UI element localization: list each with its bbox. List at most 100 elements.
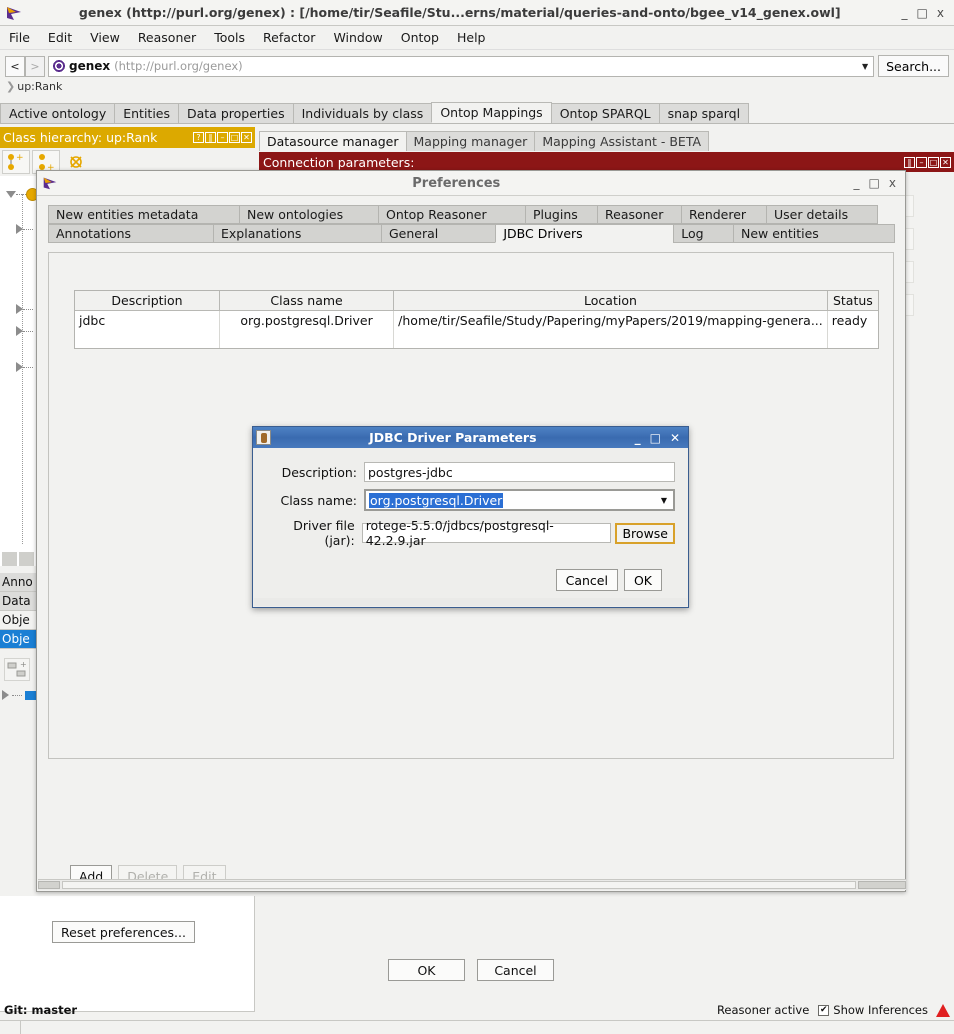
tree-node[interactable] [16, 224, 33, 234]
ptab-plugins[interactable]: Plugins [525, 205, 598, 224]
minimize-icon[interactable]: _ [635, 431, 641, 445]
scrollbar-thumb-right[interactable] [19, 552, 34, 566]
expand-arrow-icon[interactable] [6, 191, 16, 198]
ptab-new-entities-metadata[interactable]: New entities metadata [48, 205, 240, 224]
menu-reasoner[interactable]: Reasoner [129, 28, 205, 47]
scrollbar-thumb-left[interactable] [2, 552, 17, 566]
close-icon[interactable]: x [889, 176, 896, 190]
menu-tools[interactable]: Tools [205, 28, 254, 47]
connection-panel-window-buttons[interactable]: ‖ – □ ✕ [904, 156, 954, 168]
collapse-arrow-icon[interactable] [2, 690, 9, 700]
minimize-icon[interactable]: _ [902, 7, 908, 19]
search-button[interactable]: Search... [878, 55, 949, 77]
close-icon[interactable]: x [937, 7, 944, 19]
column-description[interactable]: Description [75, 291, 220, 311]
tab-mapping-manager[interactable]: Mapping manager [405, 131, 536, 151]
sidebar-item-data-properties[interactable]: Data [0, 592, 36, 611]
preferences-ok-button[interactable]: OK [388, 959, 465, 981]
ptab-jdbc-drivers[interactable]: JDBC Drivers [495, 224, 675, 243]
preferences-resize-grip[interactable] [38, 879, 906, 890]
grip-middle[interactable] [62, 881, 856, 889]
reset-preferences-button[interactable]: Reset preferences... [52, 921, 195, 943]
tab-ontop-sparql[interactable]: Ontop SPARQL [550, 103, 660, 123]
driver-file-input[interactable]: rotege-5.5.0/jdbcs/postgresql-42.2.9.jar [361, 518, 612, 548]
show-inferences-checkbox[interactable]: ✔ [818, 1004, 830, 1016]
warning-triangle-icon[interactable] [936, 1003, 950, 1017]
split-icon[interactable]: ‖ [205, 132, 216, 143]
menu-refactor[interactable]: Refactor [254, 28, 324, 47]
chevron-down-icon[interactable]: ▼ [862, 62, 868, 71]
preferences-cancel-button[interactable]: Cancel [477, 959, 554, 981]
table-row[interactable]: jdbc org.postgresql.Driver /home/tir/Sea… [75, 310, 878, 330]
tree-horizontal-scrollbar[interactable] [2, 552, 34, 566]
tab-ontop-mappings[interactable]: Ontop Mappings [431, 102, 552, 123]
tab-snap-sparql[interactable]: snap sparql [658, 103, 750, 123]
ptab-renderer[interactable]: Renderer [681, 205, 767, 224]
sidebar-item-object-properties-selected[interactable]: Obje [0, 630, 36, 649]
ptab-reasoner[interactable]: Reasoner [597, 205, 682, 224]
minimize-icon[interactable]: – [916, 156, 927, 168]
ptab-explanations[interactable]: Explanations [213, 224, 382, 243]
maximize-icon[interactable]: □ [869, 176, 880, 190]
collapse-arrow-icon[interactable] [16, 224, 23, 234]
tab-active-ontology[interactable]: Active ontology [0, 103, 116, 123]
description-input[interactable]: postgres-jdbc [364, 462, 675, 482]
jdbc-ok-button[interactable]: OK [623, 569, 662, 591]
jdbc-resize-grip[interactable] [254, 598, 687, 606]
collapse-arrow-icon[interactable] [16, 362, 23, 372]
grip-left[interactable] [38, 881, 60, 889]
forward-button[interactable]: > [25, 55, 45, 77]
minimize-icon[interactable]: – [217, 132, 228, 143]
main-window-controls[interactable]: _ □ x [902, 7, 954, 19]
ptab-annotations[interactable]: Annotations [48, 224, 215, 243]
tab-data-properties[interactable]: Data properties [178, 103, 294, 123]
back-button[interactable]: < [5, 55, 25, 77]
menu-window[interactable]: Window [324, 28, 391, 47]
menu-file[interactable]: File [0, 28, 39, 47]
tree-node[interactable] [16, 362, 33, 372]
close-icon[interactable]: ✕ [241, 132, 252, 143]
maximize-icon[interactable]: □ [650, 431, 661, 445]
tab-datasource-manager[interactable]: Datasource manager [259, 131, 407, 151]
jdbc-drivers-table[interactable]: Description Class name Location Status j… [74, 290, 879, 349]
sidebar-item-annotations[interactable]: Anno [0, 573, 36, 592]
jdbc-cancel-button[interactable]: Cancel [555, 569, 618, 591]
tree-node-root[interactable] [6, 188, 39, 201]
add-subclass-icon[interactable]: + [2, 150, 30, 174]
help-icon[interactable]: ? [193, 132, 204, 143]
chevron-down-icon[interactable]: ▼ [661, 496, 667, 505]
column-location[interactable]: Location [393, 291, 828, 311]
tree-node[interactable] [16, 326, 33, 336]
maximize-icon[interactable]: □ [917, 7, 928, 19]
menu-ontop[interactable]: Ontop [392, 28, 448, 47]
grip-right[interactable] [858, 881, 906, 889]
close-icon[interactable]: ✕ [940, 156, 951, 168]
column-class-name[interactable]: Class name [219, 291, 395, 311]
tab-entities[interactable]: Entities [114, 103, 179, 123]
ontology-selector[interactable]: genex (http://purl.org/genex) ▼ [48, 55, 875, 77]
preferences-window-controls[interactable]: _ □ x [854, 176, 905, 190]
collapse-arrow-icon[interactable] [16, 326, 23, 336]
tree-node[interactable] [16, 304, 33, 314]
tab-mapping-assistant-beta[interactable]: Mapping Assistant - BETA [534, 131, 710, 151]
column-status[interactable]: Status [827, 291, 878, 311]
tab-individuals-by-class[interactable]: Individuals by class [292, 103, 433, 123]
close-icon[interactable]: ✕ [670, 431, 680, 445]
ptab-new-ontologies[interactable]: New ontologies [239, 205, 379, 224]
split-icon[interactable]: ‖ [904, 156, 915, 168]
browse-button[interactable]: Browse [615, 522, 675, 544]
menu-edit[interactable]: Edit [39, 28, 81, 47]
ptab-ontop-reasoner[interactable]: Ontop Reasoner [378, 205, 526, 224]
collapse-arrow-icon[interactable] [16, 304, 23, 314]
ptab-log[interactable]: Log [673, 224, 734, 243]
class-hierarchy-window-buttons[interactable]: ? ‖ – □ ✕ [193, 132, 255, 143]
ptab-general[interactable]: General [381, 224, 497, 243]
menu-help[interactable]: Help [448, 28, 495, 47]
add-property-icon[interactable]: + [4, 658, 30, 681]
sidebar-item-object-properties[interactable]: Obje [0, 611, 36, 630]
ptab-new-entities[interactable]: New entities [732, 224, 895, 243]
maximize-icon[interactable]: □ [229, 132, 240, 143]
ptab-user-details[interactable]: User details [766, 205, 878, 224]
jdbc-window-controls[interactable]: _ □ ✕ [635, 431, 688, 445]
minimize-icon[interactable]: _ [854, 176, 860, 190]
